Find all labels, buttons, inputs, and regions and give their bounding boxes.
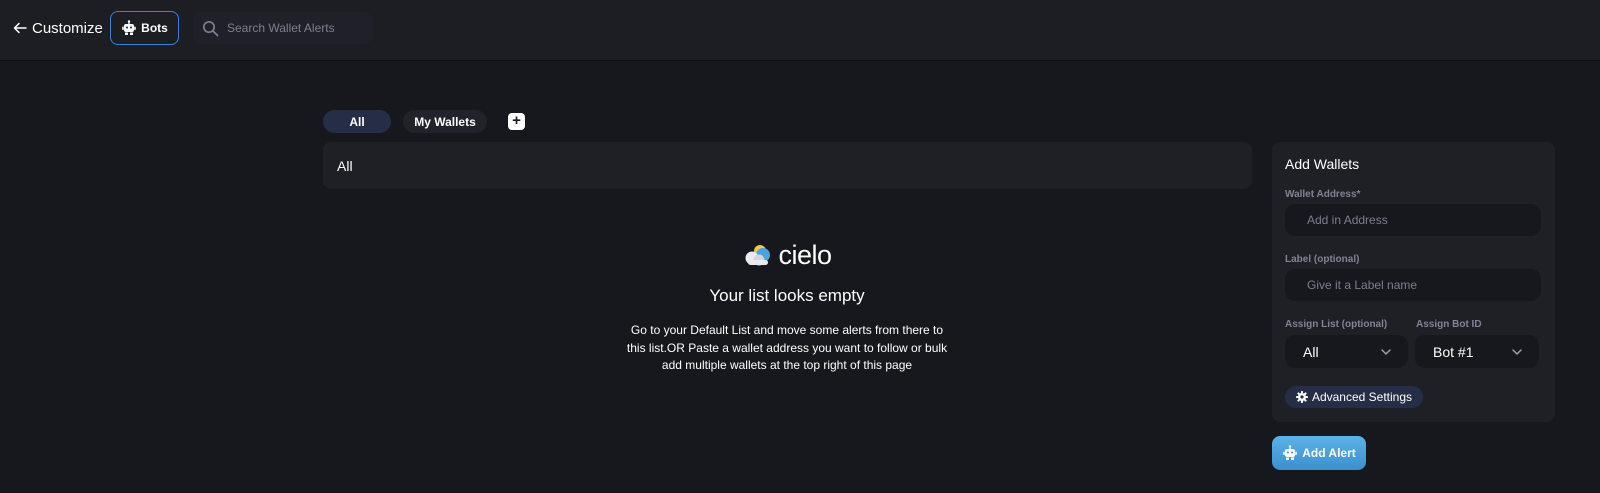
advanced-settings-button[interactable]: Advanced Settings (1285, 386, 1423, 408)
tab-my-wallets-label: My Wallets (414, 114, 476, 129)
label-input[interactable] (1285, 269, 1541, 301)
bots-button[interactable]: Bots (110, 11, 179, 45)
tab-my-wallets[interactable]: My Wallets (403, 110, 487, 133)
assign-bot-value: Bot #1 (1433, 343, 1474, 360)
assign-bot-label: Assign Bot ID (1416, 319, 1482, 330)
add-wallets-panel: Add Wallets Wallet Address* Label (optio… (1272, 142, 1555, 422)
add-list-button[interactable]: + (508, 113, 525, 130)
add-alert-label: Add Alert (1302, 446, 1356, 460)
tab-all-label: All (349, 114, 365, 129)
wallet-address-input[interactable] (1285, 204, 1541, 236)
cielo-cloud-logo (745, 245, 771, 266)
add-alert-button[interactable]: Add Alert (1272, 436, 1366, 470)
bots-label: Bots (141, 21, 168, 35)
advanced-settings-label: Advanced Settings (1311, 390, 1413, 404)
robot-icon (122, 20, 136, 35)
logo-text: cielo (778, 239, 832, 270)
label-field-label: Label (optional) (1285, 254, 1360, 265)
empty-description: Go to your Default List and move some al… (626, 323, 948, 372)
empty-state: cielo Your list looks empty Go to your D… (600, 240, 974, 375)
search-box (193, 12, 373, 44)
empty-title: Your list looks empty (709, 286, 865, 305)
chevron-down-icon (1381, 348, 1391, 355)
search-input[interactable] (227, 21, 367, 35)
list-header: All (323, 142, 1252, 189)
back-label: Customize (32, 19, 103, 37)
search-icon (202, 20, 219, 36)
assign-bot-select[interactable]: Bot #1 (1415, 335, 1539, 368)
arrow-left-icon (13, 22, 27, 34)
panel-title: Add Wallets (1285, 156, 1360, 172)
assign-list-select[interactable]: All (1285, 335, 1408, 368)
top-bar: Customize Bots (0, 0, 1600, 60)
cielo-logo: cielo (600, 240, 974, 270)
assign-list-label: Assign List (optional) (1285, 319, 1388, 330)
back-customize-button[interactable]: Customize (12, 17, 103, 39)
list-header-title: All (337, 157, 353, 174)
tab-all[interactable]: All (323, 110, 391, 133)
robot-icon (1283, 445, 1298, 460)
assign-list-value: All (1303, 343, 1319, 360)
chevron-down-icon (1512, 348, 1522, 355)
gear-icon (1295, 391, 1308, 403)
wallet-address-label: Wallet Address* (1285, 189, 1361, 200)
